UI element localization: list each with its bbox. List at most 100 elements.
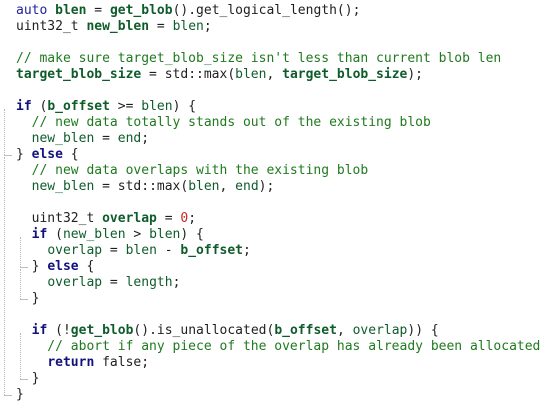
code-token: =: [149, 19, 173, 34]
code-token: (: [31, 99, 48, 114]
code-token: get_blob: [70, 323, 134, 338]
code-token: ) {: [180, 227, 204, 242]
code-token: b_offset: [47, 99, 110, 114]
code-line[interactable]: uint32_t new_blen = blen;: [0, 19, 560, 35]
code-token: blen: [235, 67, 267, 82]
code-token: = std::max(: [141, 67, 236, 82]
code-token: ;: [203, 19, 212, 34]
code-token: return: [47, 355, 95, 370]
code-token: );: [258, 179, 275, 194]
code-token: blen: [149, 227, 181, 242]
code-token: ().get_logical_length();: [172, 3, 361, 18]
code-token: }: [16, 387, 24, 402]
code-line[interactable]: // make sure target_blob_size isn't less…: [0, 51, 560, 67]
code-token: ,: [219, 179, 236, 194]
code-token: target_blob_size: [282, 67, 408, 82]
code-token: ) {: [172, 99, 197, 114]
code-token: >: [125, 227, 150, 242]
fold-marker[interactable]: [4, 155, 12, 156]
code-token: if: [31, 227, 48, 242]
code-line[interactable]: overlap = length;: [0, 275, 560, 291]
code-token: length: [125, 275, 173, 290]
code-token: (: [47, 227, 63, 242]
fold-marker[interactable]: [4, 395, 12, 396]
code-line[interactable]: uint32_t overlap = 0;: [0, 211, 560, 227]
code-token: );: [407, 67, 424, 82]
code-token: }: [16, 147, 32, 162]
code-token: overlap: [352, 323, 408, 338]
code-token: new_blen: [31, 179, 95, 194]
code-token: ;: [172, 275, 181, 290]
code-line[interactable]: new_blen = std::max(blen, end);: [0, 179, 560, 195]
code-token: ;: [188, 211, 197, 226]
code-token: overlap: [47, 243, 103, 258]
code-line[interactable]: target_blob_size = std::max(blen, target…: [0, 67, 560, 83]
fold-marker[interactable]: [20, 267, 28, 268]
code-token: =: [102, 243, 126, 258]
code-token: blen: [141, 99, 173, 114]
code-token: blen: [55, 3, 87, 18]
code-line[interactable]: auto blen = get_blob().get_logical_lengt…: [0, 3, 560, 19]
code-token: target_blob_size: [16, 67, 142, 82]
code-line[interactable]: [0, 83, 560, 99]
code-token: ,: [266, 67, 283, 82]
code-token: blen: [172, 19, 204, 34]
code-comment: // abort if any piece of the overlap has…: [16, 339, 541, 354]
code-line[interactable]: overlap = blen - b_offset;: [0, 243, 560, 259]
code-line[interactable]: }: [0, 387, 560, 403]
code-token: (!: [47, 323, 71, 338]
code-token: new_blen: [62, 227, 126, 242]
code-token: auto: [16, 3, 56, 18]
code-line[interactable]: } else {: [0, 259, 560, 275]
code-token: end: [117, 131, 142, 146]
code-token: end: [235, 179, 259, 194]
code-token: overlap: [102, 211, 157, 226]
code-token: ,: [336, 323, 353, 338]
fold-guide: [20, 237, 21, 267]
code-token: get_blob: [109, 3, 173, 18]
code-line[interactable]: // new data overlaps with the existing b…: [0, 163, 560, 179]
code-token: ;: [243, 243, 251, 258]
code-line[interactable]: [0, 307, 560, 323]
code-line[interactable]: } else {: [0, 147, 560, 163]
code-line[interactable]: if (b_offset >= blen) {: [0, 99, 560, 115]
code-comment: // new data overlaps with the existing b…: [16, 163, 369, 178]
code-line[interactable]: // abort if any piece of the overlap has…: [0, 339, 560, 355]
code-line[interactable]: }: [0, 291, 560, 307]
fold-guide: [20, 269, 21, 299]
code-token: if: [16, 99, 32, 114]
code-line[interactable]: if (!get_blob().is_unallocated(b_offset,…: [0, 323, 560, 339]
code-comment: // make sure target_blob_size isn't less…: [16, 51, 502, 66]
code-token: if: [31, 323, 48, 338]
code-token: new_blen: [86, 19, 150, 34]
fold-marker[interactable]: [20, 299, 28, 300]
code-token: b_offset: [180, 243, 244, 258]
code-line[interactable]: [0, 35, 560, 51]
code-token: else: [47, 259, 79, 274]
fold-guide: [4, 157, 5, 395]
fold-marker[interactable]: [20, 379, 28, 380]
code-line[interactable]: [0, 195, 560, 211]
code-line[interactable]: new_blen = end;: [0, 131, 560, 147]
code-token: -: [156, 243, 181, 258]
code-token: ;: [141, 131, 150, 146]
fold-guide: [4, 109, 5, 155]
code-line[interactable]: // new data totally stands out of the ex…: [0, 115, 560, 131]
code-token: {: [62, 147, 79, 162]
code-token: uint32_t: [16, 211, 103, 226]
code-token: =: [94, 131, 118, 146]
code-editor[interactable]: auto blen = get_blob().get_logical_lengt…: [0, 0, 560, 403]
code-line[interactable]: }: [0, 371, 560, 387]
code-token: = std::max(: [94, 179, 189, 194]
code-line[interactable]: if (new_blen > blen) {: [0, 227, 560, 243]
code-token: false;: [94, 355, 150, 370]
code-line[interactable]: return false;: [0, 355, 560, 371]
code-token: =: [102, 275, 126, 290]
code-token: blen: [188, 179, 220, 194]
code-token: b_offset: [274, 323, 337, 338]
code-token: )) {: [407, 323, 439, 338]
